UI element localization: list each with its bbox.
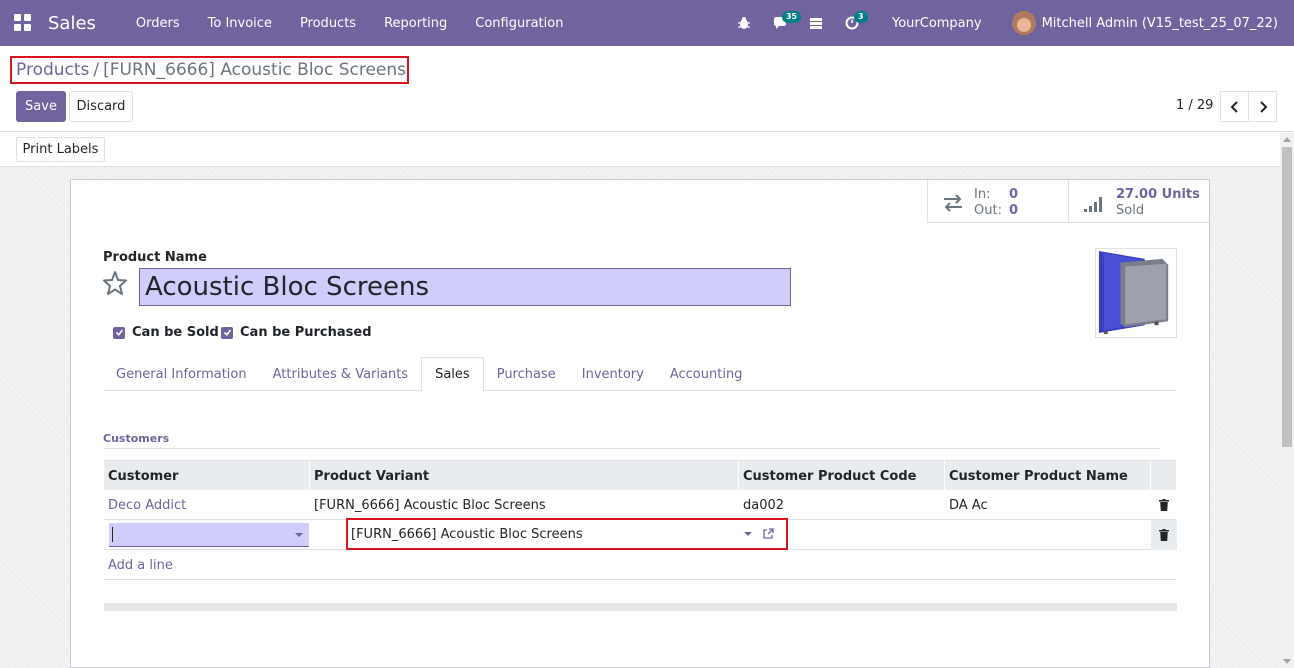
column-header-customer[interactable]: Customer xyxy=(104,461,310,491)
scroll-thumb[interactable] xyxy=(1282,147,1292,447)
tab-general-information[interactable]: General Information xyxy=(103,357,260,391)
in-value: 0 xyxy=(1009,187,1019,202)
sold-smart-button[interactable]: 27.00 Units Sold xyxy=(1068,180,1209,223)
breadcrumb-products-link[interactable]: Products xyxy=(16,60,89,80)
section-divider xyxy=(103,448,1161,449)
chevron-right-icon xyxy=(1259,100,1267,113)
company-name[interactable]: YourCompany xyxy=(892,16,982,31)
out-value: 0 xyxy=(1009,203,1019,218)
print-labels-button[interactable]: Print Labels xyxy=(16,137,105,162)
menu-reporting[interactable]: Reporting xyxy=(370,0,461,46)
table-header: Customer Product Variant Customer Produc… xyxy=(104,460,1177,491)
checkbox-checked-icon[interactable] xyxy=(221,326,233,339)
breadcrumb-current: [FURN_6666] Acoustic Bloc Screens xyxy=(103,60,407,80)
pager-next-button[interactable] xyxy=(1248,91,1277,122)
control-panel: Products / [FURN_6666] Acoustic Bloc Scr… xyxy=(0,46,1294,132)
form-sheet: In: 0 Out: 0 27.00 Units Sold Product Na… xyxy=(70,179,1210,668)
customers-section-title: Customers xyxy=(103,432,170,445)
add-a-line-link[interactable]: Add a line xyxy=(104,550,173,580)
breadcrumb-separator: / xyxy=(93,60,100,80)
add-line-row: Add a line xyxy=(104,550,1177,580)
debug-bug-icon[interactable] xyxy=(726,0,762,46)
menu-to-invoice[interactable]: To Invoice xyxy=(194,0,286,46)
checkbox-checked-icon[interactable] xyxy=(113,326,125,339)
activities-badge: 3 xyxy=(853,11,868,23)
menu-orders[interactable]: Orders xyxy=(122,0,194,46)
scroll-up-arrow-icon[interactable] xyxy=(1283,137,1291,142)
column-header-actions xyxy=(1151,461,1177,491)
product-image[interactable] xyxy=(1095,248,1177,338)
horizontal-scrollbar[interactable] xyxy=(104,603,1177,611)
menu-configuration[interactable]: Configuration xyxy=(461,0,577,46)
column-header-customer-product-name[interactable]: Customer Product Name xyxy=(945,461,1151,491)
vertical-scrollbar[interactable] xyxy=(1280,133,1294,668)
cell-customer-edit[interactable] xyxy=(104,520,310,550)
sold-label: Sold xyxy=(1116,203,1145,218)
breadcrumb: Products / [FURN_6666] Acoustic Bloc Scr… xyxy=(10,56,409,84)
can-be-sold-label: Can be Sold xyxy=(132,325,219,340)
activities-clock-icon[interactable]: 3 xyxy=(834,0,870,46)
customer-many2one-input[interactable] xyxy=(109,523,309,547)
menu-products[interactable]: Products xyxy=(286,0,370,46)
in-out-smart-button[interactable]: In: 0 Out: 0 xyxy=(927,180,1068,223)
user-name[interactable]: Mitchell Admin (V15_test_25_07_22) xyxy=(1042,16,1278,31)
product-name-input[interactable]: Acoustic Bloc Screens xyxy=(139,268,791,306)
smart-buttons: In: 0 Out: 0 27.00 Units Sold xyxy=(927,180,1209,223)
trash-icon xyxy=(1159,529,1169,541)
cell-customer-product-name[interactable]: DA Ac xyxy=(945,490,1151,520)
can-be-purchased-label: Can be Purchased xyxy=(240,325,372,340)
messages-chat-icon[interactable]: 35 xyxy=(762,0,802,46)
favorite-star-icon[interactable] xyxy=(102,270,128,296)
switch-company-icon[interactable] xyxy=(798,0,834,46)
product-variant-value: [FURN_6666] Acoustic Bloc Screens xyxy=(351,526,583,542)
column-header-customer-product-code[interactable]: Customer Product Code xyxy=(739,461,945,491)
product-name-label: Product Name xyxy=(103,250,207,265)
action-bar: Print Labels xyxy=(0,133,1280,167)
notebook-tabs: General Information Attributes & Variant… xyxy=(103,357,1177,392)
tab-purchase[interactable]: Purchase xyxy=(484,357,569,391)
delete-row-button[interactable] xyxy=(1151,490,1177,520)
tab-accounting[interactable]: Accounting xyxy=(657,357,756,391)
signal-bars-icon xyxy=(1084,197,1102,212)
pager-previous-button[interactable] xyxy=(1220,91,1249,122)
product-variant-many2one-input[interactable]: [FURN_6666] Acoustic Bloc Screens xyxy=(346,518,788,550)
cell-customer-product-code[interactable]: da002 xyxy=(739,490,945,520)
chevron-left-icon xyxy=(1230,100,1238,113)
tab-inventory[interactable]: Inventory xyxy=(569,357,657,391)
column-header-product-variant[interactable]: Product Variant xyxy=(310,461,739,491)
scroll-down-arrow-icon[interactable] xyxy=(1283,659,1291,664)
sold-value: 27.00 Units xyxy=(1116,187,1200,202)
in-label: In: xyxy=(974,187,991,202)
discard-button[interactable]: Discard xyxy=(69,91,133,122)
can-be-purchased-checkbox[interactable]: Can be Purchased xyxy=(221,325,372,340)
pager-value[interactable]: 1 / 29 xyxy=(1176,98,1213,113)
can-be-sold-checkbox[interactable]: Can be Sold xyxy=(113,325,219,340)
delete-row-button[interactable] xyxy=(1151,520,1177,550)
user-avatar[interactable] xyxy=(1011,11,1036,35)
cell-product-variant[interactable]: [FURN_6666] Acoustic Bloc Screens xyxy=(310,490,739,520)
apps-grid-icon[interactable] xyxy=(0,0,46,46)
dropdown-caret-icon[interactable] xyxy=(744,532,752,536)
out-label: Out: xyxy=(974,203,1002,218)
tab-sales[interactable]: Sales xyxy=(421,357,484,392)
external-link-icon[interactable] xyxy=(762,528,774,540)
cell-customer[interactable]: Deco Addict xyxy=(104,490,310,520)
dropdown-caret-icon[interactable] xyxy=(295,533,303,537)
app-name[interactable]: Sales xyxy=(48,13,96,34)
trash-icon xyxy=(1159,499,1169,511)
transfer-arrows-icon xyxy=(944,194,962,212)
top-navbar: Sales Orders To Invoice Products Reporti… xyxy=(0,0,1294,46)
table-row[interactable]: Deco Addict [FURN_6666] Acoustic Bloc Sc… xyxy=(104,490,1177,520)
tab-attributes-variants[interactable]: Attributes & Variants xyxy=(260,357,421,391)
cell-customer-product-name-edit[interactable] xyxy=(945,520,1151,550)
save-button[interactable]: Save xyxy=(16,91,66,122)
